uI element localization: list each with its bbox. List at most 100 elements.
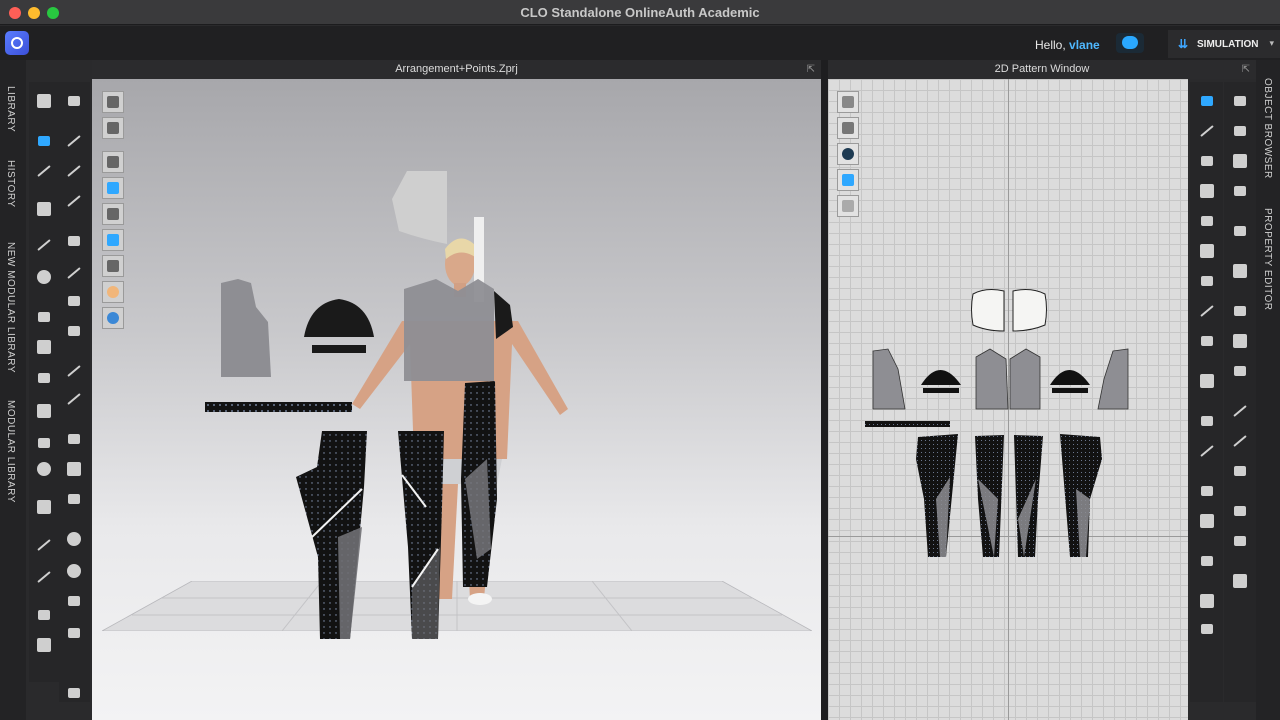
texture-view-icon[interactable] <box>102 229 124 251</box>
wave-stitch-icon[interactable] <box>1229 500 1251 522</box>
dart-tool-icon[interactable] <box>1196 270 1218 292</box>
front-bodice-piece-3d[interactable] <box>398 277 518 387</box>
shirring-tool-icon[interactable] <box>63 360 85 382</box>
panel-tool-icon[interactable] <box>33 400 55 422</box>
2d-pattern-viewport[interactable] <box>828 79 1188 720</box>
rectangle-tool-icon[interactable] <box>1196 210 1218 232</box>
grading-icon[interactable] <box>1196 550 1218 572</box>
tab-library[interactable]: LIBRARY <box>5 86 16 132</box>
transform-move-icon[interactable] <box>33 130 55 152</box>
arrange-tool-icon[interactable] <box>63 230 85 252</box>
tack-tool-icon[interactable] <box>63 160 85 182</box>
simulation-mode-dropdown[interactable]: ⇊ SIMULATION ▾ <box>1168 30 1280 58</box>
zipper-pull-icon[interactable] <box>63 590 85 612</box>
free-sewing-icon[interactable] <box>1196 440 1218 462</box>
expand-window-icon[interactable]: ⇱ <box>1242 60 1250 79</box>
collar-piece-3d[interactable] <box>387 169 452 244</box>
cloud-sync-button[interactable] <box>1116 33 1144 53</box>
render-mode-icon[interactable] <box>102 91 124 113</box>
chevrons-down-icon[interactable] <box>63 682 85 704</box>
checker-pattern-icon[interactable] <box>1229 360 1251 382</box>
select-pattern-icon[interactable] <box>1196 90 1218 112</box>
puckering-icon[interactable] <box>1196 590 1218 612</box>
edit-point-icon[interactable] <box>1196 120 1218 142</box>
fitting-tool-icon[interactable] <box>63 190 85 212</box>
username[interactable]: vlane <box>1069 38 1100 52</box>
front-left-leg-piece-3d[interactable] <box>392 427 452 642</box>
seam-tool-icon[interactable] <box>1196 370 1218 392</box>
pin-tool-icon[interactable] <box>63 130 85 152</box>
show-tool-icon[interactable] <box>102 177 124 199</box>
segment-sewing-icon[interactable] <box>1196 410 1218 432</box>
3d-garment-viewport[interactable] <box>92 79 821 720</box>
rotate-tool-icon[interactable] <box>33 266 55 288</box>
pocket-tool-icon[interactable] <box>63 320 85 342</box>
transform-pattern-icon[interactable] <box>1196 150 1218 172</box>
garment-display-icon[interactable] <box>102 117 124 139</box>
hand-tool-icon[interactable] <box>33 432 55 454</box>
tab-property-editor[interactable]: PROPERTY EDITOR <box>1262 208 1273 311</box>
zipper-tool-icon[interactable] <box>63 622 85 644</box>
right-leg-piece-3d[interactable] <box>457 379 502 591</box>
tab-history[interactable]: HISTORY <box>5 160 16 208</box>
polygon-tool-icon[interactable] <box>1196 180 1218 202</box>
arrow-down-tool-icon[interactable] <box>33 90 55 112</box>
dashed-line-icon[interactable] <box>1229 430 1251 452</box>
button-tool-icon[interactable] <box>63 528 85 550</box>
copy-pattern-icon[interactable] <box>1229 150 1251 172</box>
expand-window-icon[interactable]: ⇱ <box>807 60 815 79</box>
back-left-leg-piece-3d[interactable] <box>292 427 372 642</box>
trim-tool-icon[interactable] <box>63 428 85 450</box>
tshirt-2d-icon[interactable] <box>1229 260 1251 282</box>
tab-modular-library[interactable]: MODULAR LIBRARY <box>5 400 16 503</box>
text-tool-icon[interactable] <box>1196 480 1218 502</box>
tab-new-modular-library[interactable]: NEW MODULAR LIBRARY <box>5 242 16 373</box>
zigzag-stitch-icon[interactable] <box>1229 460 1251 482</box>
trace-tool-icon[interactable] <box>1196 300 1218 322</box>
text-large-icon[interactable] <box>1196 510 1218 532</box>
topstitch-icon[interactable] <box>1229 400 1251 422</box>
clo-logo-icon[interactable] <box>5 31 29 55</box>
flip-pattern-icon[interactable] <box>1229 180 1251 202</box>
vest-tool-icon[interactable] <box>33 634 55 656</box>
avatar-2d-icon[interactable] <box>1196 618 1218 640</box>
internal-polygon-icon[interactable] <box>1196 240 1218 262</box>
tab-object-browser[interactable]: OBJECT BROWSER <box>1262 78 1273 179</box>
avatar-tool-icon[interactable] <box>33 458 55 480</box>
fold-tool-icon[interactable] <box>33 306 55 328</box>
pattern-edit-icon[interactable] <box>1229 90 1251 112</box>
garment-tool-icon[interactable] <box>33 198 55 220</box>
environment-globe-icon[interactable] <box>102 307 124 329</box>
surface-view-icon[interactable] <box>102 255 124 277</box>
trim-2d-icon[interactable] <box>1229 530 1251 552</box>
ruler-tool-icon[interactable] <box>33 566 55 588</box>
strap-tool-icon[interactable] <box>63 290 85 312</box>
pattern-layout[interactable] <box>828 79 1188 720</box>
pin-2d-icon[interactable] <box>1229 120 1251 142</box>
waistband-piece-3d[interactable] <box>205 402 352 412</box>
brush-tool-icon[interactable] <box>33 160 55 182</box>
fold-arrangement-icon[interactable] <box>1196 330 1218 352</box>
shirt-tool-icon[interactable] <box>33 336 55 358</box>
plaid-tool-icon[interactable] <box>63 488 85 510</box>
iron-tool-icon[interactable] <box>1229 220 1251 242</box>
show-garment-icon[interactable] <box>102 151 124 173</box>
buttonhole-tool-icon[interactable] <box>63 560 85 582</box>
top-garment-icon[interactable] <box>33 367 55 389</box>
panel-splitter[interactable] <box>821 60 828 720</box>
back-bodice-piece-3d[interactable] <box>216 277 276 382</box>
needle-tool-icon[interactable] <box>33 234 55 256</box>
tag-tool-icon[interactable] <box>33 496 55 518</box>
pleat-tool-icon[interactable] <box>63 388 85 410</box>
layer-tool-icon[interactable] <box>1229 300 1251 322</box>
avatar-skin-icon[interactable] <box>102 281 124 303</box>
pattern-tool-icon[interactable] <box>63 458 85 480</box>
walk-pose-icon[interactable] <box>63 90 85 112</box>
shirt-pattern-icon[interactable] <box>1229 330 1251 352</box>
gift-trim-icon[interactable] <box>1229 570 1251 592</box>
shirt-outline-icon[interactable] <box>33 604 55 626</box>
tape-tool-icon[interactable] <box>33 534 55 556</box>
measure-tool-icon[interactable] <box>63 262 85 284</box>
show-avatar-icon[interactable] <box>102 203 124 225</box>
sleeve-cap-piece-3d[interactable] <box>300 297 378 357</box>
